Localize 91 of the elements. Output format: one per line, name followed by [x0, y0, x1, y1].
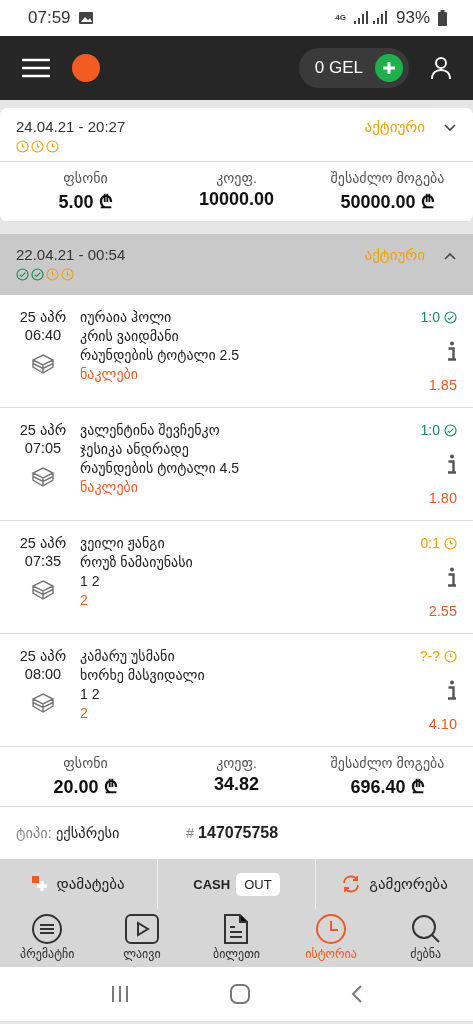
competitor-name: იურაია ჰოლი	[80, 309, 173, 325]
boxing-ring-icon	[31, 353, 55, 375]
add-icon	[32, 876, 49, 892]
info-icon[interactable]	[447, 454, 457, 474]
odds: 4.10	[428, 716, 457, 732]
info-icon[interactable]	[447, 341, 457, 361]
ticket-header[interactable]: 24.04.21 - 20:27 აქტიური	[0, 108, 473, 162]
selection: 2	[80, 592, 89, 608]
total-value: 5.00 ₾	[58, 191, 113, 213]
cash-label: CASH	[193, 876, 231, 892]
logo-circle-icon	[72, 54, 100, 82]
home-icon[interactable]	[229, 984, 250, 1004]
competitor-name: როუზ ნამაიუნასი	[80, 554, 194, 570]
boxing-ring-icon	[31, 466, 55, 488]
ticket-date: 24.04.21 - 20:27	[16, 118, 127, 135]
ticket-header[interactable]: 22.04.21 - 00:54 აქტიური	[0, 234, 473, 295]
type-label: ტიპი:	[16, 825, 52, 841]
event-time: 07:05	[24, 440, 62, 456]
nav-tab[interactable]: ბილეთი	[189, 909, 284, 967]
total-value: 20.00 ₾	[53, 776, 118, 798]
out-label: OUT	[236, 872, 280, 896]
market-name: რაუნდების ტოტალი 4.5	[80, 460, 241, 476]
total-value: 696.40 ₾	[350, 776, 425, 798]
event-date: 25 აპრ	[19, 648, 67, 664]
boxing-ring-icon	[31, 579, 55, 601]
competitor-name: კამარუ უსმანი	[80, 648, 176, 664]
total-label: ფსონი	[63, 170, 108, 186]
nav-tab[interactable]: ძებნა	[378, 909, 473, 967]
ticket-number: 147075758	[198, 824, 279, 842]
battery-level: 93%	[395, 8, 430, 28]
total-label: ფსონი	[63, 755, 108, 771]
number-sign: #	[186, 825, 195, 841]
ticket-date: 22.04.21 - 00:54	[16, 246, 127, 263]
market-name: 1 2	[80, 573, 101, 589]
recent-apps-icon[interactable]	[110, 986, 129, 1002]
competitor-name: კრის ვაიდმანი	[80, 328, 180, 344]
clock-icon	[315, 913, 348, 945]
clock: 07:59	[28, 8, 71, 28]
menu-circle-icon	[31, 913, 64, 945]
total-label: კოეფ.	[216, 170, 257, 186]
ticket-status: აქტიური	[364, 246, 425, 264]
user-icon[interactable]	[431, 56, 451, 80]
odds: 1.85	[428, 377, 457, 393]
info-icon[interactable]	[447, 567, 457, 587]
menu-icon[interactable]	[22, 58, 50, 78]
boxing-ring-icon	[31, 692, 55, 714]
nav-tab[interactable]: ლაივი	[94, 909, 190, 967]
total-label: შესაძლო მოგება	[330, 170, 445, 186]
ticket-status: აქტიური	[364, 118, 425, 136]
battery-icon	[438, 10, 447, 26]
competitor-name: ხორხე მასვიდალი	[80, 667, 206, 683]
competitor-name: ჯესიკა ანდრადე	[80, 441, 190, 457]
event-time: 08:00	[24, 666, 62, 682]
market-name: 1 2	[80, 686, 101, 702]
selection: ნაკლები	[80, 366, 140, 382]
total-value: 34.82	[213, 774, 259, 795]
competitor-name: ვეილი ჟანგი	[80, 535, 166, 551]
refresh-icon	[341, 875, 362, 893]
total-label: შესაძლო მოგება	[330, 755, 445, 771]
nav-tab[interactable]: პრემატჩი	[0, 909, 95, 967]
document-icon	[222, 913, 251, 945]
odds: 1.80	[428, 490, 457, 506]
plus-icon	[382, 61, 396, 75]
event-date: 25 აპრ	[19, 422, 67, 438]
score: ?-?	[419, 648, 440, 664]
deposit-button[interactable]	[375, 54, 403, 82]
image-icon	[78, 12, 93, 24]
event-date: 25 აპრ	[19, 309, 67, 325]
search-icon	[409, 913, 442, 945]
selection: 2	[80, 705, 89, 721]
back-icon[interactable]	[350, 985, 363, 1003]
selection: ნაკლები	[80, 479, 140, 495]
odds: 2.55	[428, 603, 457, 619]
market-name: რაუნდების ტოტალი 2.5	[80, 347, 241, 363]
score: 1:0	[420, 309, 440, 325]
total-value: 10000.00	[198, 189, 275, 210]
network-type: 4G	[335, 14, 346, 22]
type-value: ექსპრესი	[55, 825, 120, 841]
event-time: 07:35	[24, 553, 62, 569]
play-icon	[123, 913, 160, 945]
total-label: კოეფ.	[216, 755, 257, 771]
repeat-button[interactable]: გამეორება	[316, 859, 473, 909]
signal-icon	[353, 11, 388, 25]
competitor-name: ვალენტინა შევჩენკო	[80, 422, 221, 438]
score: 1:0	[420, 422, 440, 438]
event-time: 06:40	[24, 327, 62, 343]
event-date: 25 აპრ	[19, 535, 67, 551]
score: 0:1	[420, 535, 440, 551]
info-icon[interactable]	[447, 680, 457, 700]
balance: 0 GEL	[314, 58, 363, 78]
total-value: 50000.00 ₾	[340, 191, 435, 213]
